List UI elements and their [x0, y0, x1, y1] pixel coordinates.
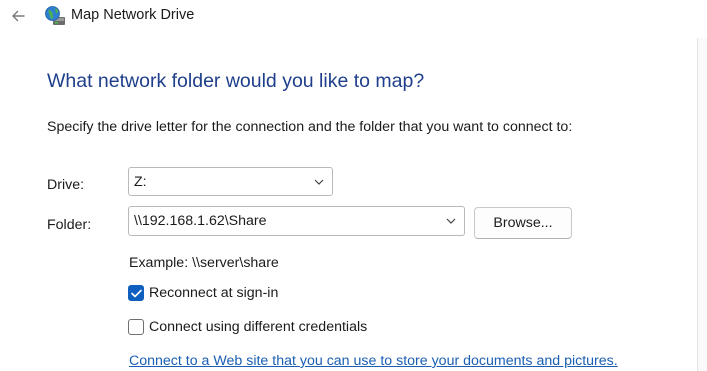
browse-button[interactable]: Browse... — [474, 207, 572, 239]
credentials-checkbox-row[interactable]: Connect using different credentials — [128, 319, 367, 335]
arrow-left-icon — [12, 10, 25, 22]
credentials-checkbox[interactable] — [128, 319, 144, 335]
web-site-link[interactable]: Connect to a Web site that you can use t… — [129, 353, 618, 369]
back-button[interactable] — [6, 4, 30, 28]
chevron-down-icon — [314, 179, 324, 185]
folder-combobox[interactable]: \\192.168.1.62\Share — [128, 206, 465, 236]
chevron-down-icon — [446, 218, 456, 224]
page-heading: What network folder would you like to ma… — [47, 70, 425, 92]
reconnect-label: Reconnect at sign-in — [149, 285, 279, 301]
scroll-edge — [697, 38, 707, 371]
drive-label: Drive: — [47, 177, 85, 193]
folder-label: Folder: — [47, 217, 92, 233]
checkmark-icon — [130, 289, 142, 297]
credentials-label: Connect using different credentials — [149, 319, 368, 335]
drive-select-value: Z: — [134, 173, 147, 190]
instructions-text: Specify the drive letter for the connect… — [47, 119, 573, 135]
reconnect-checkbox[interactable] — [128, 285, 144, 301]
folder-combobox-value: \\192.168.1.62\Share — [134, 213, 267, 229]
network-drive-globe-icon — [44, 5, 66, 27]
reconnect-checkbox-row[interactable]: Reconnect at sign-in — [128, 285, 278, 301]
window-title: Map Network Drive — [71, 7, 195, 23]
drive-select[interactable]: Z: — [128, 167, 333, 196]
example-text: Example: \\server\share — [129, 255, 279, 271]
